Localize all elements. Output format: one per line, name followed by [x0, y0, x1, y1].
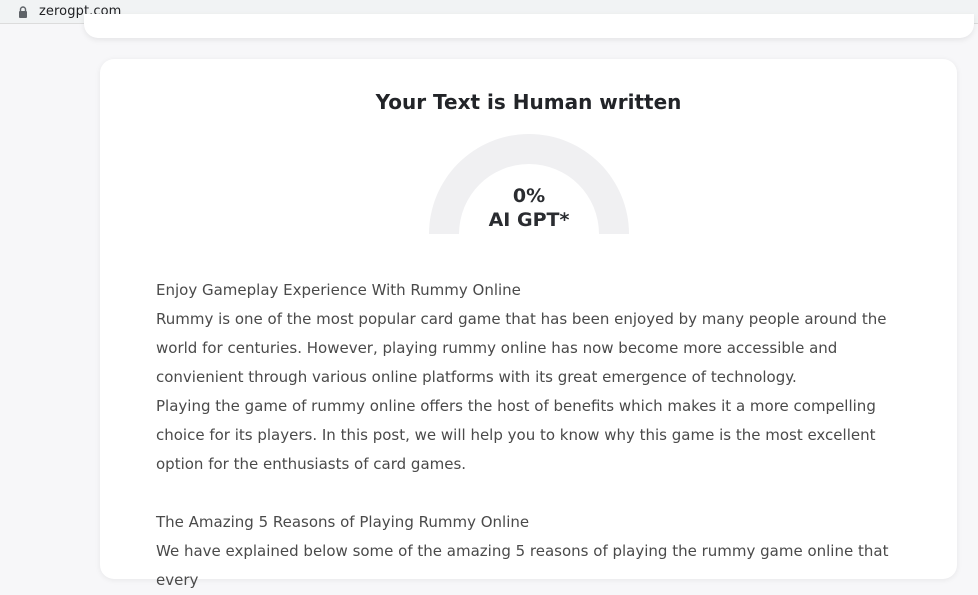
lock-icon[interactable]	[16, 4, 30, 18]
ai-percentage: 0%	[512, 185, 546, 207]
text-paragraph: Rummy is one of the most popular card ga…	[156, 310, 887, 386]
ai-gpt-label: AI GPT*	[488, 209, 570, 231]
text-paragraph: We have explained below some of the amaz…	[156, 542, 889, 589]
text-heading: The Amazing 5 Reasons of Playing Rummy O…	[156, 513, 530, 531]
analyzed-text: Enjoy Gameplay Experience With Rummy Onl…	[156, 276, 916, 595]
text-paragraph: Playing the game of rummy online offers …	[156, 397, 876, 473]
text-heading: Enjoy Gameplay Experience With Rummy Onl…	[156, 281, 521, 299]
input-card	[84, 14, 974, 38]
result-title: Your Text is Human written	[375, 90, 682, 114]
